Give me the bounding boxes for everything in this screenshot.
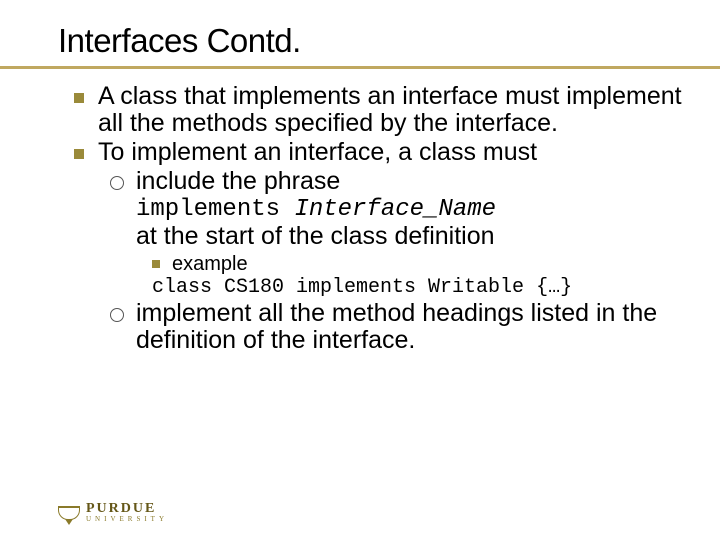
bullet-2-sub-1-example-label: example — [58, 252, 704, 277]
bullet-2-sub-1-cont: at the start of the class definition — [58, 223, 704, 250]
code-keyword: implements — [136, 196, 280, 223]
bullet-1: A class that implements an interface mus… — [58, 83, 704, 137]
purdue-logo: PURDUE UNIVERSITY — [58, 503, 168, 522]
purdue-logo-mark-icon — [58, 506, 80, 520]
slide-body: A class that implements an interface mus… — [0, 69, 720, 354]
bullet-2: To implement an interface, a class must — [58, 139, 704, 166]
slide-title: Interfaces Contd. — [58, 22, 720, 60]
code-implements-phrase: implements Interface_Name — [58, 197, 704, 223]
logo-text-sub: UNIVERSITY — [86, 516, 168, 522]
logo-text-main: PURDUE — [86, 503, 168, 516]
bullet-2-sub-1: include the phrase — [58, 168, 704, 195]
code-interface-name: Interface_Name — [294, 196, 496, 223]
bullet-2-sub-2: implement all the method headings listed… — [58, 300, 704, 354]
code-example: class CS180 implements Writable {…} — [58, 277, 704, 299]
